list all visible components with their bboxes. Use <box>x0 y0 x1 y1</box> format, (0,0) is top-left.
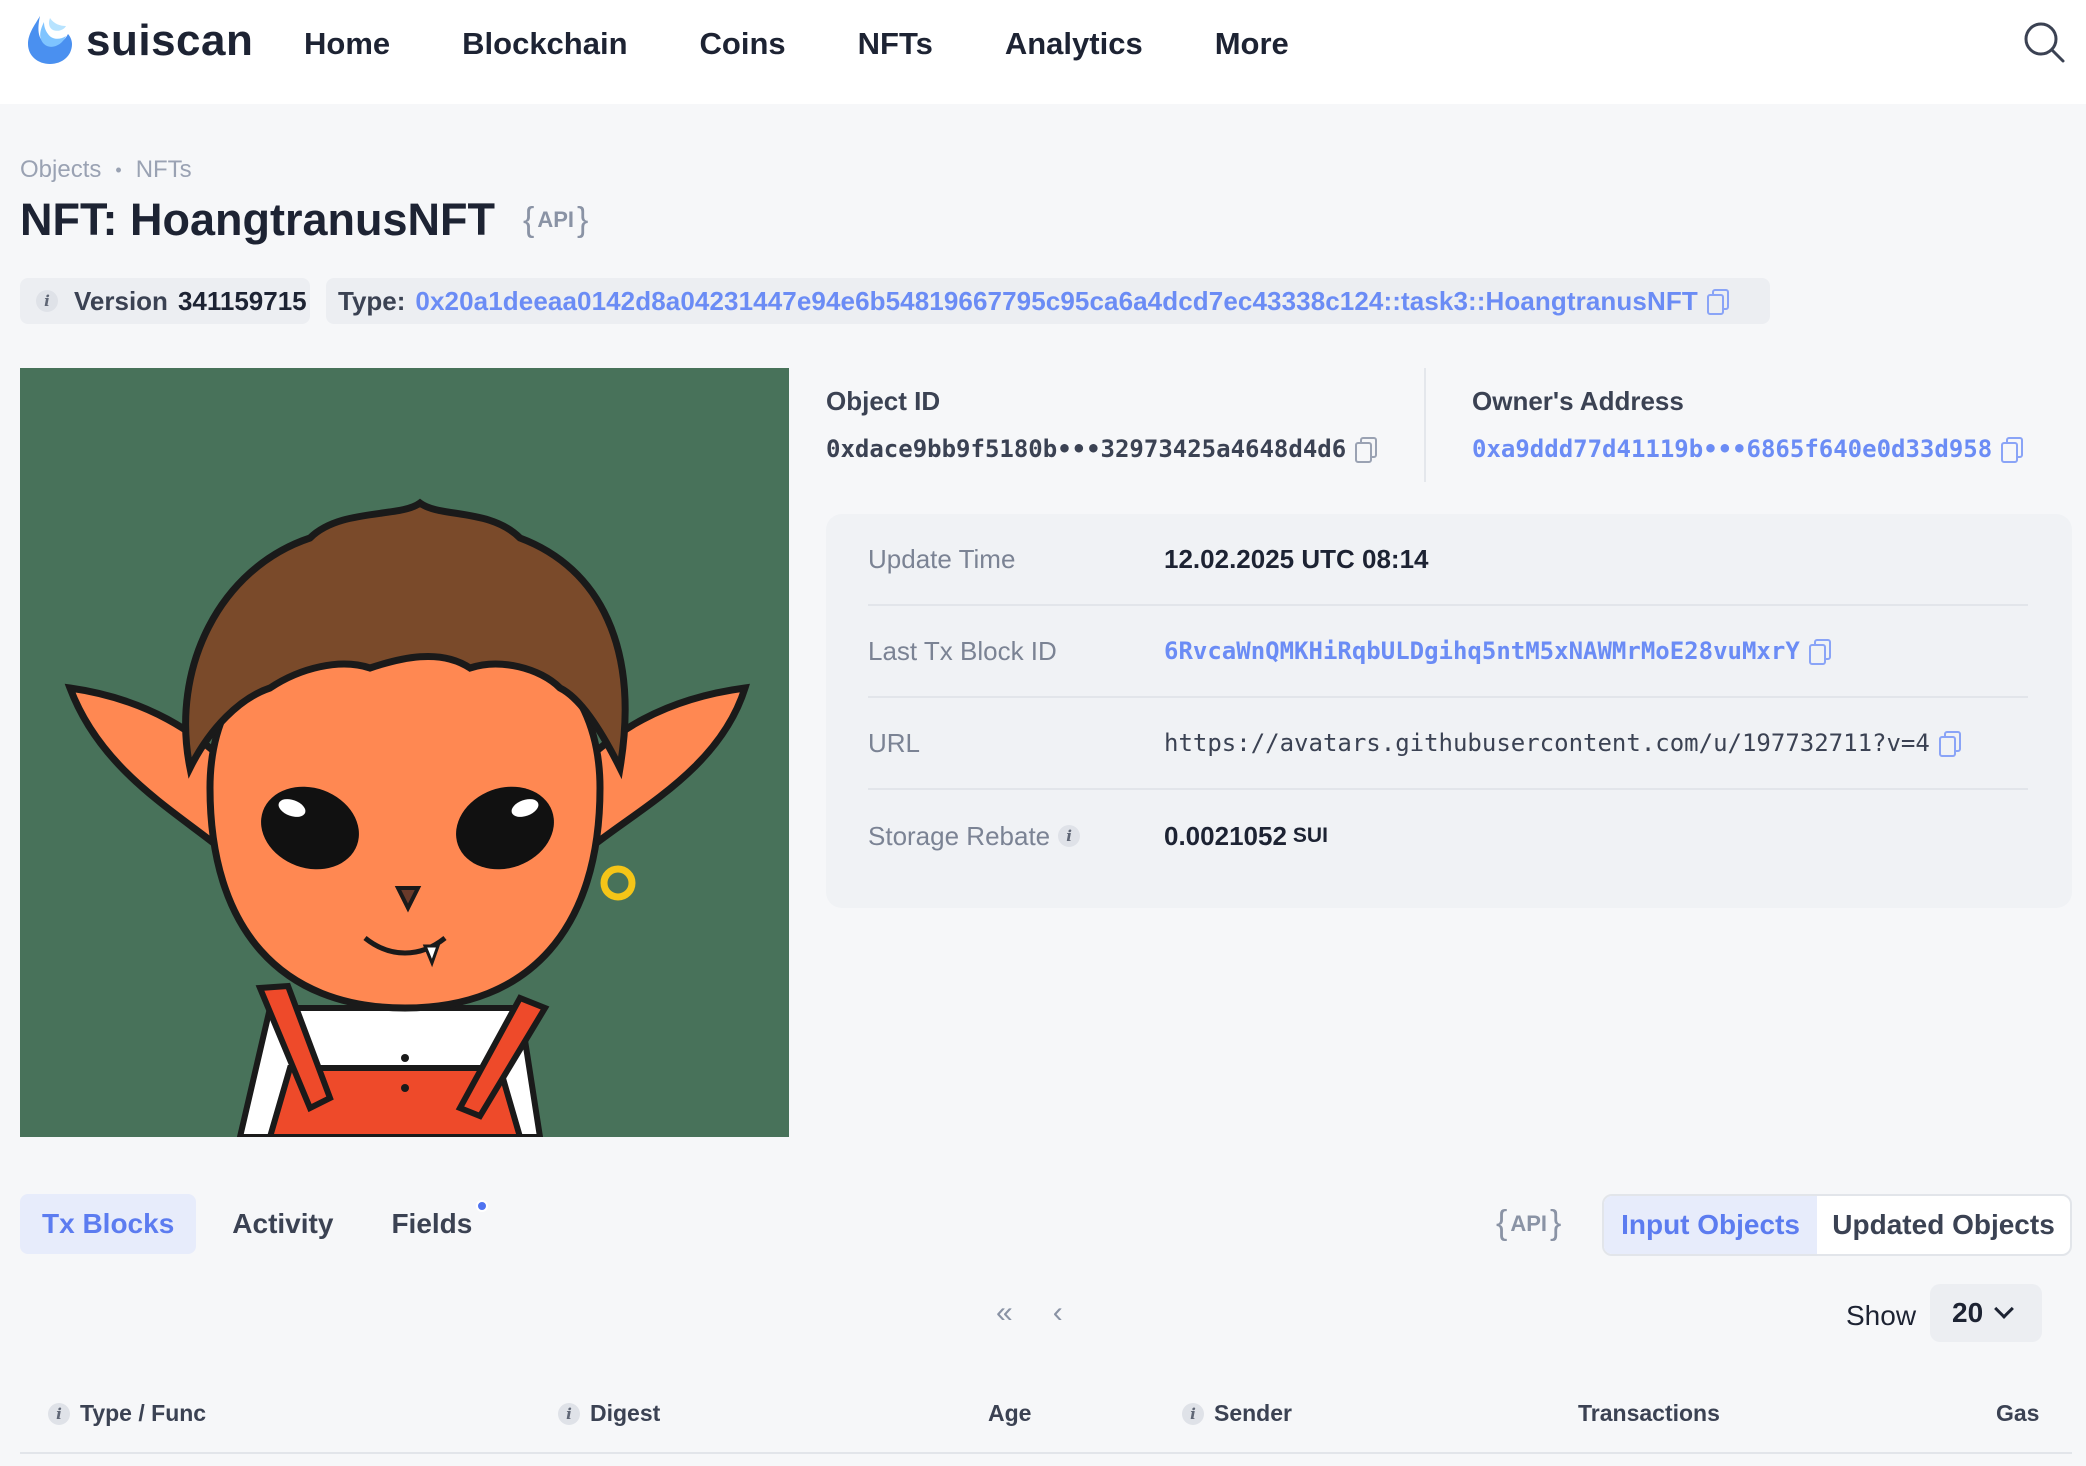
last-tx-value-row: 6RvcaWnQMKHiRqbULDgihq5ntM5xNAWMrMoE28vu… <box>1164 637 1831 665</box>
nav-nfts[interactable]: NFTs <box>858 22 933 66</box>
objects-toggle: Input Objects Updated Objects <box>1602 1194 2072 1256</box>
copy-icon[interactable] <box>1705 289 1729 315</box>
info-icon[interactable]: i <box>48 1402 70 1425</box>
type-link[interactable]: 0x20a1deeaa0142d8a04231447e94e6b54819667… <box>415 286 1697 317</box>
logo[interactable]: suiscan <box>20 12 253 70</box>
info-icon[interactable]: i <box>36 290 58 312</box>
nav-more[interactable]: More <box>1215 22 1289 66</box>
update-time-value: 12.02.2025 UTC 08:14 <box>1164 543 1429 574</box>
breadcrumb: Objects • NFTs <box>20 156 192 184</box>
version-value: 341159715 <box>177 285 307 316</box>
detail-row-storage-rebate: Storage Rebate i 0.0021052 SUI <box>868 790 2028 882</box>
chevron-down-icon <box>1994 1299 2015 1319</box>
show-label: Show <box>1846 1300 1917 1331</box>
brace-left: { <box>1496 1204 1508 1242</box>
updated-objects-button[interactable]: Updated Objects <box>1817 1196 2070 1254</box>
update-time-label: Update Time <box>868 543 1016 574</box>
pagination: « ‹ <box>996 1296 1103 1330</box>
column-gas: Gas <box>1996 1400 2040 1426</box>
table-header: i Type / Func i Digest Age i Sender Tran… <box>20 1390 2072 1454</box>
suiscan-logo-icon <box>28 16 72 64</box>
nft-image <box>20 368 789 1137</box>
breadcrumb-separator: • <box>115 159 122 180</box>
owner-address-link[interactable]: 0xa9ddd77d41119b•••6865f640e0d33d958 <box>1472 435 1992 463</box>
api-label: API <box>537 207 575 232</box>
column-transactions: Transactions <box>1578 1400 1720 1426</box>
column-sender: i Sender <box>1182 1400 1292 1427</box>
logo-text: suiscan <box>86 16 254 65</box>
title-row: NFT: HoangtranusNFT { API } <box>20 194 588 246</box>
divider <box>1424 368 1426 482</box>
page-size-select[interactable]: 20 <box>1930 1284 2042 1342</box>
input-objects-button[interactable]: Input Objects <box>1604 1196 1818 1254</box>
column-digest: i Digest <box>558 1400 660 1427</box>
nav-home[interactable]: Home <box>304 22 390 66</box>
owner-value-row: 0xa9ddd77d41119b•••6865f640e0d33d958 <box>1472 435 2024 463</box>
tab-fields[interactable]: Fields <box>369 1194 494 1254</box>
column-type-func-label: Type / Func <box>80 1400 207 1426</box>
breadcrumb-objects[interactable]: Objects <box>20 156 101 184</box>
url-label: URL <box>868 727 921 758</box>
info-icon[interactable]: i <box>1182 1402 1204 1425</box>
api-button[interactable]: { API } <box>523 201 588 240</box>
api-label: API <box>1510 1210 1548 1236</box>
search-icon[interactable] <box>2022 20 2066 64</box>
owner-label: Owner's Address <box>1472 386 1684 416</box>
details-card: Update Time 12.02.2025 UTC 08:14 Last Tx… <box>826 514 2072 908</box>
detail-row-update-time: Update Time 12.02.2025 UTC 08:14 <box>868 514 2028 606</box>
copy-icon[interactable] <box>1354 437 1378 463</box>
api-button[interactable]: { API } <box>1496 1204 1561 1243</box>
nav-blockchain[interactable]: Blockchain <box>462 22 627 66</box>
column-digest-label: Digest <box>590 1400 661 1426</box>
copy-icon[interactable] <box>1807 639 1831 665</box>
last-tx-label: Last Tx Block ID <box>868 635 1057 666</box>
storage-rebate-label-row: Storage Rebate i <box>868 821 1164 852</box>
info-icon[interactable]: i <box>558 1402 580 1425</box>
tabs: Tx Blocks Activity Fields <box>20 1194 508 1254</box>
storage-rebate-unit: SUI <box>1292 824 1328 847</box>
first-page-button[interactable]: « <box>996 1296 1013 1330</box>
storage-rebate-value: 0.0021052 <box>1164 820 1287 851</box>
tab-activity[interactable]: Activity <box>210 1194 355 1254</box>
page-title: NFT: HoangtranusNFT <box>20 194 495 245</box>
column-age: Age <box>988 1400 1032 1426</box>
copy-icon[interactable] <box>2000 437 2024 463</box>
storage-rebate-label: Storage Rebate <box>868 820 1051 851</box>
object-id-label: Object ID <box>826 386 941 416</box>
version-label: Version <box>74 285 168 316</box>
copy-icon[interactable] <box>1937 731 1961 757</box>
tab-fields-label: Fields <box>391 1208 473 1239</box>
brace-right: } <box>577 200 589 239</box>
storage-rebate-value-row: 0.0021052 SUI <box>1164 821 1328 852</box>
object-id-block: Object ID 0xdace9bb9f5180b•••32973425a46… <box>826 386 1378 463</box>
breadcrumb-nfts[interactable]: NFTs <box>136 156 192 184</box>
detail-row-url: URL https://avatars.githubusercontent.co… <box>868 698 2028 790</box>
object-id-value-row: 0xdace9bb9f5180b•••32973425a4648d4d6 <box>826 435 1378 463</box>
notification-dot <box>476 1200 489 1212</box>
nav-analytics[interactable]: Analytics <box>1005 22 1143 66</box>
brace-left: { <box>522 200 535 239</box>
url-value-row: https://avatars.githubusercontent.com/u/… <box>1164 729 1961 757</box>
detail-row-last-tx: Last Tx Block ID 6RvcaWnQMKHiRqbULDgihq5… <box>868 606 2028 698</box>
owner-block: Owner's Address 0xa9ddd77d41119b•••6865f… <box>1472 386 2024 463</box>
prev-page-button[interactable]: ‹ <box>1053 1296 1063 1330</box>
info-icon[interactable]: i <box>1058 825 1081 847</box>
top-header: suiscan Home Blockchain Coins NFTs Analy… <box>0 0 2086 104</box>
object-id-value: 0xdace9bb9f5180b•••32973425a4648d4d6 <box>826 435 1347 463</box>
last-tx-link[interactable]: 6RvcaWnQMKHiRqbULDgihq5ntM5xNAWMrMoE28vu… <box>1164 637 1800 665</box>
brace-right: } <box>1550 1204 1562 1242</box>
nft-avatar-illustration <box>20 368 789 1137</box>
type-label: Type: <box>338 285 406 316</box>
url-value: https://avatars.githubusercontent.com/u/… <box>1164 729 1930 757</box>
main-nav: Home Blockchain Coins NFTs Analytics Mor… <box>304 22 1361 66</box>
page-size-value: 20 <box>1952 1297 1984 1328</box>
column-sender-label: Sender <box>1214 1400 1292 1426</box>
nav-coins[interactable]: Coins <box>700 22 786 66</box>
version-chip: i Version 341159715 <box>20 278 310 324</box>
column-type-func: i Type / Func <box>48 1400 206 1427</box>
tab-tx-blocks[interactable]: Tx Blocks <box>20 1194 197 1254</box>
type-chip: Type: 0x20a1deeaa0142d8a04231447e94e6b54… <box>326 278 1770 324</box>
